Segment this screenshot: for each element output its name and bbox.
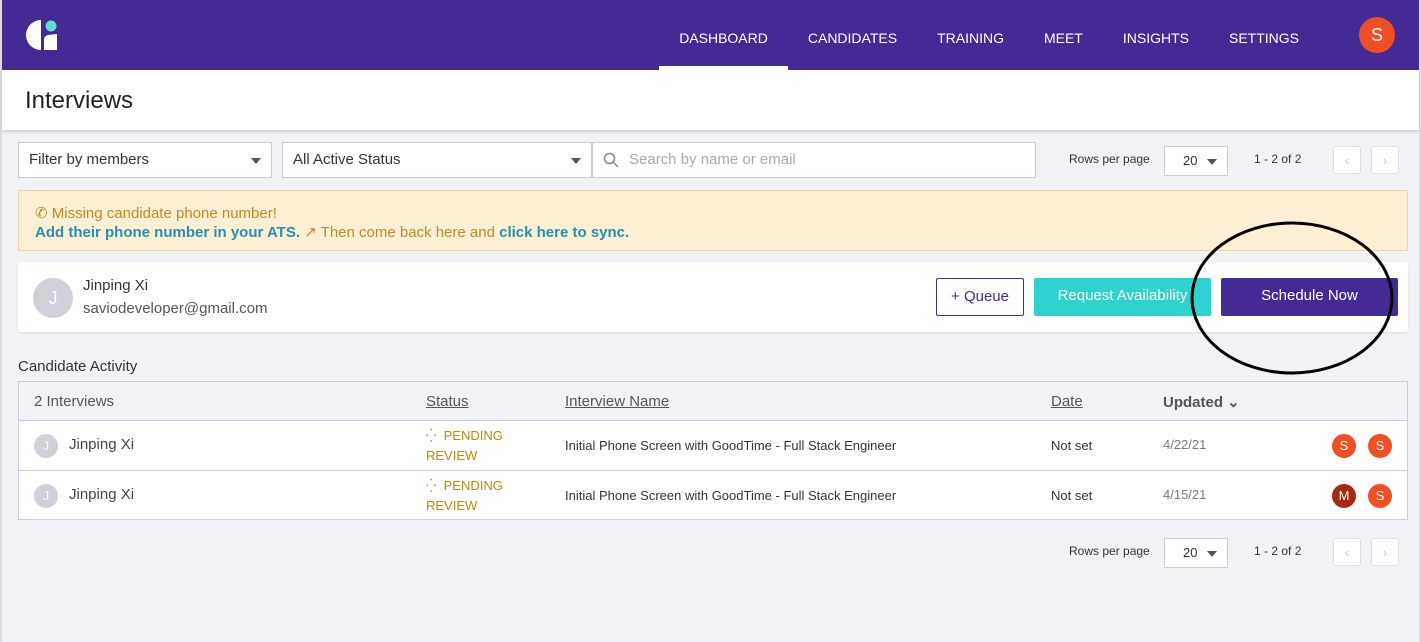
chevron-down-icon bbox=[1207, 551, 1217, 562]
candidate-avatar: J bbox=[34, 484, 58, 508]
rows-value: 20 bbox=[1183, 545, 1197, 560]
interview-date: Not set bbox=[1051, 438, 1092, 453]
alert-title: Missing candidate phone number! bbox=[52, 205, 277, 222]
status-badge: ⁛ PENDING REVIEW bbox=[426, 426, 503, 466]
annotation-circle bbox=[1187, 220, 1397, 380]
member-filter-label: Filter by members bbox=[29, 151, 149, 168]
top-nav: DASHBOARD CANDIDATES TRAINING MEET INSIG… bbox=[2, 0, 1419, 70]
next-page-button[interactable]: › bbox=[1371, 146, 1399, 174]
col-interview-name[interactable]: Interview Name bbox=[565, 393, 669, 410]
updated-date: 4/22/21 bbox=[1163, 437, 1206, 452]
interview-name[interactable]: Initial Phone Screen with GoodTime - Ful… bbox=[565, 438, 896, 453]
pending-icon: ⁛ bbox=[426, 478, 436, 493]
logo-icon[interactable] bbox=[26, 20, 58, 50]
search-icon bbox=[603, 152, 619, 168]
sync-link[interactable]: click here to sync. bbox=[499, 224, 629, 241]
col-count: 2 Interviews bbox=[34, 393, 114, 410]
interviewer-avatar[interactable]: S bbox=[1368, 484, 1392, 508]
pending-icon: ⁛ bbox=[426, 428, 436, 443]
pagination-range: 1 - 2 of 2 bbox=[1254, 544, 1301, 558]
chevron-down-icon: ⌄ bbox=[1227, 394, 1240, 411]
updated-date: 4/15/21 bbox=[1163, 487, 1206, 502]
pagination-range: 1 - 2 of 2 bbox=[1254, 152, 1301, 166]
table-row[interactable]: J Jinping Xi ⁛ PENDING REVIEW Initial Pho… bbox=[19, 421, 1407, 471]
ats-link[interactable]: Add their phone number in your ATS. bbox=[35, 224, 300, 241]
candidate-name[interactable]: Jinping Xi bbox=[69, 486, 134, 503]
candidate-name: Jinping Xi bbox=[83, 277, 148, 294]
interviewer-avatar[interactable]: M bbox=[1332, 484, 1356, 508]
nav-dashboard[interactable]: DASHBOARD bbox=[659, 0, 788, 70]
status-filter-label: All Active Status bbox=[293, 151, 401, 168]
request-availability-button[interactable]: Request Availability bbox=[1034, 278, 1211, 316]
nav-training[interactable]: TRAINING bbox=[917, 0, 1024, 70]
nav-insights[interactable]: INSIGHTS bbox=[1103, 0, 1209, 70]
col-updated-label: Updated bbox=[1163, 394, 1223, 411]
candidate-avatar: J bbox=[34, 434, 58, 458]
status-badge: ⁛ PENDING REVIEW bbox=[426, 476, 503, 516]
rows-value: 20 bbox=[1183, 153, 1197, 168]
nav-meet[interactable]: MEET bbox=[1024, 0, 1103, 70]
search-input[interactable]: Search by name or email bbox=[592, 142, 1036, 178]
section-title: Candidate Activity bbox=[18, 358, 137, 375]
interviewer-avatar[interactable]: S bbox=[1368, 434, 1392, 458]
member-filter[interactable]: Filter by members bbox=[18, 142, 272, 178]
interviewer-avatar[interactable]: S bbox=[1332, 434, 1356, 458]
status-line1: PENDING bbox=[444, 478, 503, 493]
status-line2: REVIEW bbox=[426, 498, 477, 513]
status-line2: REVIEW bbox=[426, 448, 477, 463]
rows-per-page-select[interactable]: 20 bbox=[1164, 146, 1228, 176]
candidate-avatar: J bbox=[33, 278, 73, 318]
queue-button[interactable]: + Queue bbox=[936, 278, 1024, 316]
status-filter[interactable]: All Active Status bbox=[282, 142, 592, 178]
interview-date: Not set bbox=[1051, 488, 1092, 503]
alert-text: Then come back here and bbox=[321, 224, 495, 241]
chevron-down-icon bbox=[1207, 159, 1217, 170]
search-placeholder: Search by name or email bbox=[629, 151, 796, 168]
rows-per-page-select[interactable]: 20 bbox=[1164, 538, 1228, 568]
rows-per-page-label: Rows per page bbox=[1069, 152, 1150, 166]
chevron-down-icon bbox=[251, 158, 261, 169]
external-link-icon: ↗ bbox=[304, 224, 317, 241]
chevron-down-icon bbox=[571, 158, 581, 169]
prev-page-button[interactable]: ‹ bbox=[1333, 146, 1361, 174]
nav-candidates[interactable]: CANDIDATES bbox=[788, 0, 917, 70]
col-updated[interactable]: Updated ⌄ bbox=[1163, 393, 1240, 411]
prev-page-button[interactable]: ‹ bbox=[1333, 538, 1361, 566]
page-title: Interviews bbox=[2, 70, 1419, 130]
table-row[interactable]: J Jinping Xi ⁛ PENDING REVIEW Initial Pho… bbox=[19, 471, 1407, 521]
activity-table: 2 Interviews Status Interview Name Date … bbox=[18, 381, 1408, 520]
user-avatar[interactable]: S bbox=[1359, 17, 1395, 53]
candidate-name[interactable]: Jinping Xi bbox=[69, 436, 134, 453]
next-page-button[interactable]: › bbox=[1371, 538, 1399, 566]
phone-icon: ✆ bbox=[35, 205, 48, 222]
nav-settings[interactable]: SETTINGS bbox=[1209, 0, 1319, 70]
col-date[interactable]: Date bbox=[1051, 393, 1083, 410]
rows-per-page-label: Rows per page bbox=[1069, 544, 1150, 558]
interview-name[interactable]: Initial Phone Screen with GoodTime - Ful… bbox=[565, 488, 896, 503]
candidate-email: saviodeveloper@gmail.com bbox=[83, 300, 267, 317]
status-line1: PENDING bbox=[444, 428, 503, 443]
col-status[interactable]: Status bbox=[426, 393, 469, 410]
